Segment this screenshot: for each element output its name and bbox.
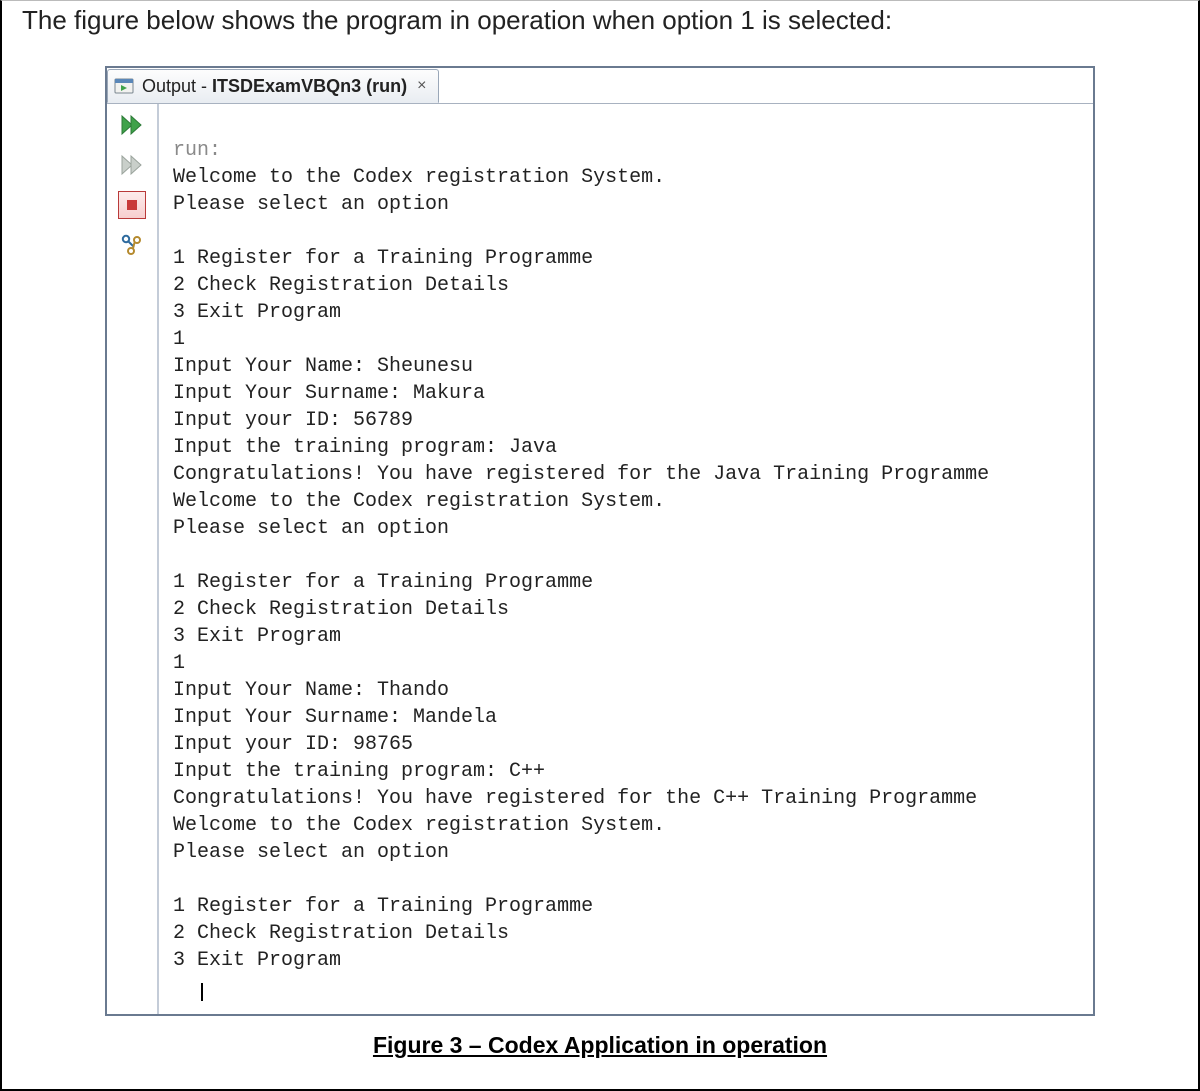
console-line: 3 Exit Program bbox=[173, 949, 341, 972]
console-line: Input the training program: Java bbox=[173, 436, 557, 459]
console-line: 1 Register for a Training Programme bbox=[173, 247, 593, 270]
stop-icon bbox=[118, 191, 146, 219]
text-caret bbox=[201, 983, 203, 1001]
rerun-alt-button[interactable] bbox=[117, 150, 147, 180]
console-line: Input Your Name: Thando bbox=[173, 679, 449, 702]
console-line: 1 Register for a Training Programme bbox=[173, 571, 593, 594]
output-gutter bbox=[107, 104, 159, 1014]
output-tab[interactable]: Output - ITSDExamVBQn3 (run) × bbox=[107, 69, 439, 103]
rerun-button[interactable] bbox=[117, 110, 147, 140]
console-line: 2 Check Registration Details bbox=[173, 922, 509, 945]
console-line: Please select an option bbox=[173, 841, 449, 864]
console-line: Welcome to the Codex registration System… bbox=[173, 166, 665, 189]
double-play-green-icon bbox=[119, 112, 145, 138]
console-line: 2 Check Registration Details bbox=[173, 598, 509, 621]
console-line: Congratulations! You have registered for… bbox=[173, 463, 989, 486]
console-output: run: Welcome to the Codex registration S… bbox=[159, 104, 1093, 1014]
intro-text: The figure below shows the program in op… bbox=[22, 5, 1178, 36]
tab-bar: Output - ITSDExamVBQn3 (run) × bbox=[107, 68, 1093, 104]
console-line: Input Your Surname: Makura bbox=[173, 382, 485, 405]
output-tab-icon bbox=[114, 76, 134, 96]
wrench-settings-icon bbox=[119, 232, 145, 258]
close-icon[interactable]: × bbox=[415, 77, 428, 95]
output-window: Output - ITSDExamVBQn3 (run) × bbox=[105, 66, 1095, 1016]
console-line: 1 Register for a Training Programme bbox=[173, 895, 593, 918]
console-line: Input Your Surname: Mandela bbox=[173, 706, 497, 729]
console-line: Congratulations! You have registered for… bbox=[173, 787, 977, 810]
ant-settings-button[interactable] bbox=[117, 230, 147, 260]
console-line: Please select an option bbox=[173, 193, 449, 216]
run-label: run: bbox=[173, 139, 221, 162]
console-line: 3 Exit Program bbox=[173, 625, 341, 648]
console-line: Welcome to the Codex registration System… bbox=[173, 490, 665, 513]
console-line: 3 Exit Program bbox=[173, 301, 341, 324]
console-line: Input your ID: 98765 bbox=[173, 733, 413, 756]
stop-button[interactable] bbox=[117, 190, 147, 220]
console-line: Welcome to the Codex registration System… bbox=[173, 814, 665, 837]
console-line: 1 bbox=[173, 652, 185, 675]
console-line: 2 Check Registration Details bbox=[173, 274, 509, 297]
console-line: Input your ID: 56789 bbox=[173, 409, 413, 432]
console-line: 1 bbox=[173, 328, 185, 351]
output-tab-title: Output - ITSDExamVBQn3 (run) bbox=[142, 76, 407, 97]
double-play-grey-icon bbox=[119, 152, 145, 178]
figure-caption: Figure 3 – Codex Application in operatio… bbox=[22, 1032, 1178, 1059]
console-line: Please select an option bbox=[173, 517, 449, 540]
console-line: Input Your Name: Sheunesu bbox=[173, 355, 473, 378]
console-line: Input the training program: C++ bbox=[173, 760, 545, 783]
